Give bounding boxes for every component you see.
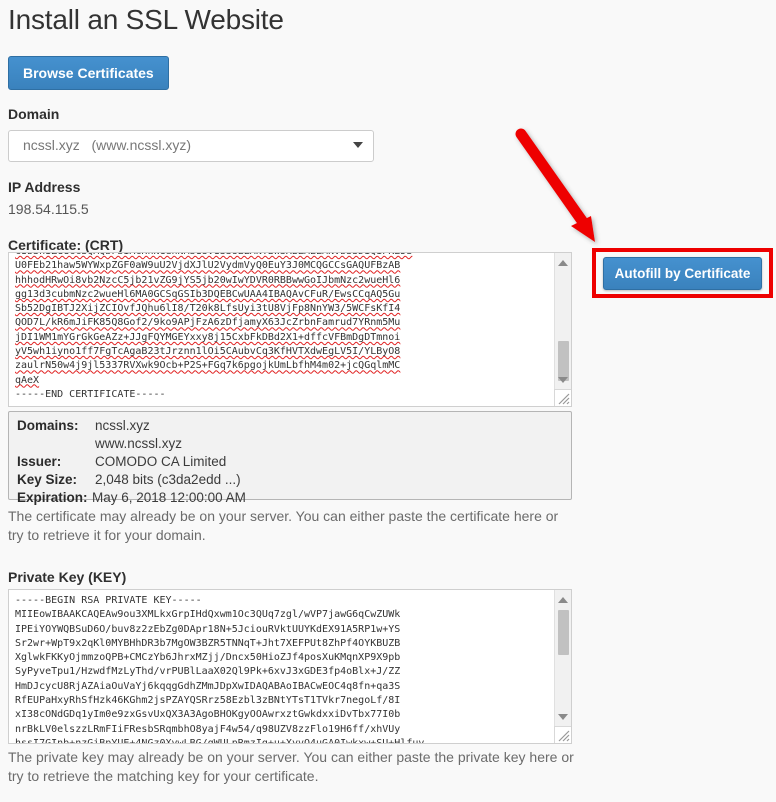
text-line: MIIEowIBAAKCAQEAw9ou3XMLkxGrpIHdQxwm1Oc3… — [15, 609, 401, 621]
text-line: HmDJcycU8RjAZAiaOuVaYj6kqqgGdhZMmJDpXwID… — [15, 680, 401, 692]
certificate-details-box: Domains: ncssl.xyz www.ncssl.xyz Issuer: COM… — [8, 411, 572, 505]
private-key-help-text: The private key may already be on your s… — [8, 749, 574, 784]
ip-address-value: 198.54.115.5 — [8, 201, 89, 217]
text-line: -----BEGIN RSA PRIVATE KEY----- — [15, 595, 202, 606]
text-line: zaulrN50w4j9jl5337RVXwk9Ocb+P2S+FGq7k6pg… — [15, 360, 401, 372]
text-line: -----END CERTIFICATE----- — [15, 388, 166, 400]
text-line: hssI7GInb+nzGiBpYUE+4NGz0XvwLBG/qWULpRmz… — [15, 737, 425, 744]
autofill-by-certificate-button[interactable]: Autofill by Certificate — [603, 257, 762, 290]
resize-handle-icon[interactable] — [554, 389, 571, 406]
text-line: Sb52DgIBTJ2XijZCIOvfJQhu6lI8/T20k8LfsUyi… — [15, 303, 401, 315]
install-ssl-website-page: Install an SSL Website Browse Certificat… — [0, 0, 776, 802]
detail-value: ncssl.xyz — [95, 418, 150, 433]
detail-value: www.ncssl.xyz — [95, 436, 183, 451]
domain-label: Domain — [8, 106, 60, 122]
detail-value: 2,048 bits (c3da2edd ...) — [95, 472, 241, 487]
scroll-down-icon[interactable] — [555, 709, 571, 725]
text-line: XglwkFKKyOjmmzoQPB+CMCzYb6JhrxMZjj/Dncx5… — [15, 652, 401, 664]
text-line: QOD7L/kR6mJiFK85Q8Gof2/9ko9APjFzA6zDfjam… — [15, 317, 401, 329]
domain-select-value: ncssl.xyz (www.ncssl.xyz) — [23, 137, 192, 153]
text-line: Sr2wr+WpT9x2qKl0MYBHhDR3b7MgOW3BZR5TNNqT… — [15, 637, 401, 649]
text-line: gg13d3cubmNzc2wueHl6MA0GCSqGSIb3DQEBCwUA… — [15, 288, 401, 300]
scroll-up-icon[interactable] — [555, 255, 571, 271]
scrollbar-thumb[interactable] — [558, 610, 569, 655]
chevron-down-icon — [353, 142, 363, 148]
detail-key: Domains: — [17, 418, 79, 433]
scroll-up-icon[interactable] — [555, 592, 571, 608]
text-line: cIbSnIZGGccSQAQbFbIAcHhNGdnNMb18V1SSUELM… — [15, 253, 549, 259]
resize-handle-icon[interactable] — [554, 726, 571, 743]
text-line: RfEUPaHxyRhSfHzk46KGhm2jsPZAYQSRrz58Ezbl… — [15, 695, 401, 707]
text-line: xI38cONdGDq1yIm0e9zxGsvUxQX3A3AgoBHOKgyO… — [15, 709, 401, 721]
private-key-label: Private Key (KEY) — [8, 569, 127, 585]
text-line: hhhodHRwOi8vb2NzcC5jb21vZG9jYS5jb20wIwYD… — [15, 274, 401, 286]
detail-value: COMODO CA Limited — [95, 454, 227, 469]
detail-key: Expiration: — [17, 490, 88, 505]
certificate-textarea[interactable]: cIbSnIZGGccSQAQbFbIAcHhNGdnNMb18V1SSUELM… — [8, 252, 572, 407]
private-key-scrollbar[interactable] — [554, 590, 571, 743]
text-line: nrBkLV0elszzLRmFIiFResbSRqmbhO8yajF4w54/… — [15, 723, 401, 735]
text-line: IPEiYOYWQBSuD6O/buv8z2zEbZg0DApr18N+5Jci… — [15, 623, 401, 635]
certificate-scrollbar[interactable] — [554, 253, 571, 406]
detail-value: May 6, 2018 12:00:00 AM — [92, 490, 246, 505]
detail-key: Key Size: — [17, 472, 78, 487]
certificate-label: Certificate: (CRT) — [8, 237, 124, 253]
certificate-help-text: The certificate may already be on your s… — [8, 508, 559, 543]
ip-address-label: IP Address — [8, 179, 81, 195]
certificate-text: cIbSnIZGGccSQAQbFbIAcHhNGdnNMb18V1SSUELM… — [15, 253, 549, 402]
domain-select[interactable]: ncssl.xyz (www.ncssl.xyz) — [8, 130, 374, 162]
private-key-textarea[interactable]: -----BEGIN RSA PRIVATE KEY----- MIIEowIBA… — [8, 589, 572, 744]
annotation-arrow-icon — [515, 128, 595, 242]
text-line: jDI1WM1mYGrGkGeAZz+JJgFQYMGEYxxy8j15CxbF… — [15, 331, 401, 343]
detail-key: Issuer: — [17, 454, 62, 469]
text-line: SyPyveTpu1/HzwdfMzLyThd/vrPUBlLaaX02Ql9P… — [15, 666, 401, 678]
text-line: qAeX — [15, 374, 40, 386]
private-key-text: -----BEGIN RSA PRIVATE KEY----- MIIEowIBA… — [15, 594, 549, 744]
scroll-down-icon[interactable] — [555, 372, 571, 388]
text-line: yV5wh1iyno1ff7FgTcAgaB23tJrznn1lOi5CAubv… — [15, 346, 401, 358]
browse-certificates-button[interactable]: Browse Certificates — [8, 56, 169, 90]
text-line: U0FEb21haw5WYWxpZGF0aW9uU2VjdXJlU2VydmVy… — [15, 260, 401, 272]
page-title: Install an SSL Website — [8, 4, 284, 35]
